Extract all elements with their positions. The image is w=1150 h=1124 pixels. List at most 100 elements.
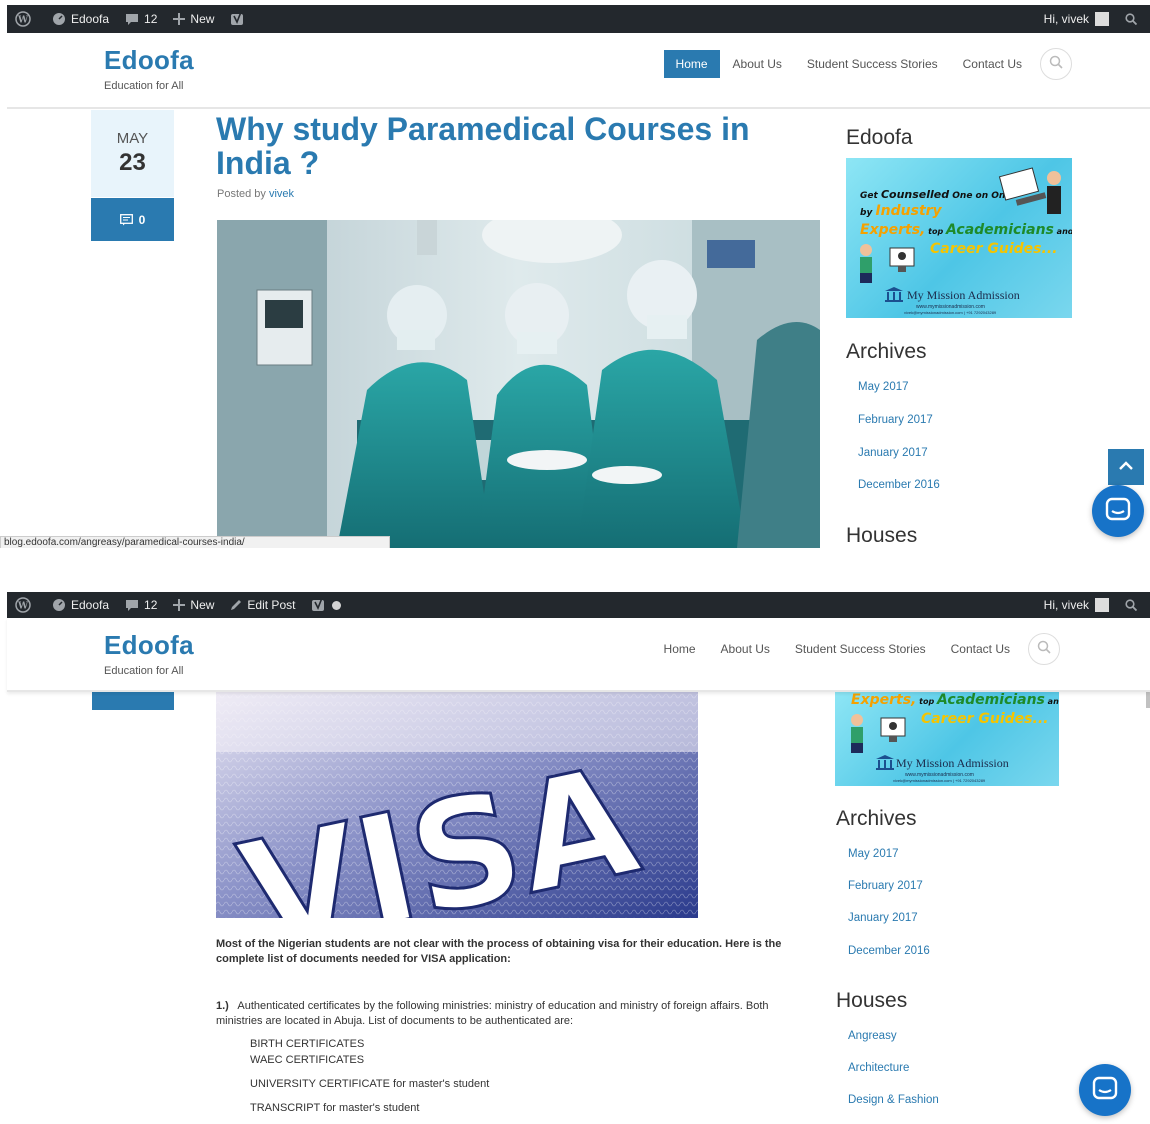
nav-student-success-stories[interactable]: Student Success Stories — [795, 50, 950, 78]
chat-launcher-button[interactable] — [1092, 485, 1144, 537]
greeting-label: Hi, vivek — [1043, 598, 1089, 612]
nav-student-success-stories[interactable]: Student Success Stories — [783, 635, 938, 663]
archive-link-december-2016[interactable]: December 2016 — [848, 945, 930, 957]
nav-home[interactable]: Home — [652, 635, 708, 663]
site-name-item[interactable]: Edoofa — [44, 592, 117, 618]
yoast-item[interactable] — [303, 592, 349, 618]
avatar — [1095, 598, 1109, 612]
archive-link-may-2017[interactable]: May 2017 — [858, 381, 909, 393]
post-author-link[interactable]: vivek — [269, 188, 294, 200]
nav-about-us[interactable]: About Us — [709, 635, 782, 663]
house-link-design-fashion[interactable]: Design & Fashion — [848, 1094, 939, 1106]
building-logo-icon — [875, 754, 895, 775]
nav-home[interactable]: Home — [663, 50, 720, 78]
ad-line-3-b: top — [925, 227, 946, 236]
comment-count: 12 — [144, 12, 158, 26]
chat-launcher-button[interactable] — [1079, 1064, 1131, 1116]
doc-item-transcript: TRANSCRIPT for master's student — [250, 1102, 420, 1114]
wordpress-logo-item[interactable]: W — [7, 592, 44, 618]
chat-icon — [1105, 497, 1131, 526]
my-account-item[interactable]: Hi, vivek — [1036, 5, 1117, 33]
new-item[interactable]: New — [165, 592, 222, 618]
house-link-architecture[interactable]: Architecture — [848, 1062, 909, 1074]
doc-item-university-certificate: UNIVERSITY CERTIFICATE for master's stud… — [250, 1078, 490, 1090]
search-icon — [1125, 13, 1137, 25]
student-illustration-icon — [847, 712, 907, 759]
post-featured-image[interactable] — [217, 220, 820, 548]
archive-link-january-2017[interactable]: January 2017 — [848, 912, 918, 924]
screenshot-separator — [0, 548, 1150, 592]
ad-line-3: Experts, top Academicians and — [851, 692, 1059, 708]
doc-item-waec-certificates: WAEC CERTIFICATES — [250, 1054, 365, 1066]
pencil-icon — [230, 599, 242, 611]
ad-line-1-b: Counselled — [880, 188, 950, 201]
yoast-icon — [230, 12, 246, 26]
sidebar-ad-banner[interactable]: Get Counselled One on One by Industry Ex… — [846, 158, 1072, 318]
admin-site-label: Edoofa — [71, 12, 110, 26]
new-label: New — [190, 12, 215, 26]
wordpress-logo-item[interactable]: W — [7, 5, 44, 33]
archive-link-may-2017[interactable]: May 2017 — [848, 848, 899, 860]
archive-link-february-2017[interactable]: February 2017 — [848, 880, 923, 892]
ad-line-3-d: and — [1047, 697, 1059, 706]
main-nav: Home About Us Student Success Stories Co… — [663, 48, 1072, 80]
article-intro: Most of the Nigerian students are not cl… — [216, 938, 782, 965]
wordpress-icon: W — [15, 597, 31, 613]
ad-contact: vivek@mymissionadmission.com | +91 72920… — [893, 778, 986, 783]
chat-icon — [1092, 1076, 1118, 1105]
archive-link-january-2017[interactable]: January 2017 — [858, 447, 928, 459]
comment-icon — [119, 213, 133, 226]
post-meta: Posted by vivek — [217, 188, 294, 200]
dashboard-icon — [52, 12, 66, 26]
scroll-to-top-button[interactable] — [1108, 449, 1144, 485]
screenshot-top: W Edoofa 12 New Hi, vivek Edoofa Educati… — [0, 0, 1150, 548]
site-branding[interactable]: Edoofa Education for All — [104, 630, 194, 677]
sidebar-ad-banner-partial[interactable]: Experts, top Academicians and Career Gui… — [835, 692, 1059, 786]
sidebar-archives-title: Archives — [846, 340, 927, 363]
ad-line-2-b: Industry — [875, 203, 942, 219]
site-title[interactable]: Edoofa — [104, 45, 194, 76]
laptop-illustration-icon — [996, 166, 1068, 221]
post-comments-link-partial[interactable] — [92, 692, 174, 710]
new-item[interactable]: New — [165, 5, 222, 33]
edit-post-item[interactable]: Edit Post — [222, 592, 303, 618]
nav-contact-us[interactable]: Contact Us — [951, 50, 1034, 78]
ad-line-4: Career Guides... — [930, 241, 1058, 257]
archive-link-december-2016[interactable]: December 2016 — [858, 479, 940, 491]
ad-line-3-d: and — [1053, 227, 1072, 236]
post-day: 23 — [119, 149, 146, 176]
chevron-up-icon — [1118, 458, 1134, 476]
admin-search-item[interactable] — [1117, 592, 1150, 618]
post-comments-link[interactable]: 0 — [91, 198, 174, 241]
site-header: Edoofa Education for All Home About Us S… — [7, 33, 1150, 109]
posted-by-label: Posted by — [217, 188, 266, 200]
new-label: New — [190, 598, 215, 612]
site-name-item[interactable]: Edoofa — [44, 5, 117, 33]
ad-line-3-a: Experts, — [860, 222, 926, 238]
my-account-item[interactable]: Hi, vivek — [1036, 592, 1117, 618]
admin-bar: W Edoofa 12 New Edit Post Hi, vivek — [7, 592, 1150, 618]
ad-contact: vivek@mymissionadmission.com | +91 72920… — [904, 310, 997, 315]
comment-count: 12 — [144, 598, 158, 612]
header-search-button[interactable] — [1028, 633, 1060, 665]
comments-item[interactable]: 12 — [117, 592, 165, 618]
site-title[interactable]: Edoofa — [104, 630, 194, 661]
archive-link-february-2017[interactable]: February 2017 — [858, 414, 933, 426]
yoast-item[interactable] — [222, 5, 259, 33]
nav-about-us[interactable]: About Us — [721, 50, 794, 78]
browser-status-url: blog.edoofa.com/angreasy/paramedical-cou… — [0, 536, 390, 548]
search-icon — [1049, 55, 1063, 74]
plus-icon — [173, 599, 186, 611]
post-title[interactable]: Why study Paramedical Courses in India ? — [216, 112, 816, 180]
header-search-button[interactable] — [1040, 48, 1072, 80]
admin-search-item[interactable] — [1117, 5, 1150, 33]
visa-image[interactable]: VISA — [216, 692, 698, 918]
site-branding[interactable]: Edoofa Education for All — [104, 45, 194, 92]
nav-contact-us[interactable]: Contact Us — [939, 635, 1022, 663]
search-icon — [1037, 640, 1051, 659]
avatar — [1095, 12, 1109, 26]
site-tagline: Education for All — [104, 80, 184, 92]
svg-text:W: W — [17, 16, 29, 26]
comments-item[interactable]: 12 — [117, 5, 165, 33]
house-link-angreasy[interactable]: Angreasy — [848, 1030, 897, 1042]
